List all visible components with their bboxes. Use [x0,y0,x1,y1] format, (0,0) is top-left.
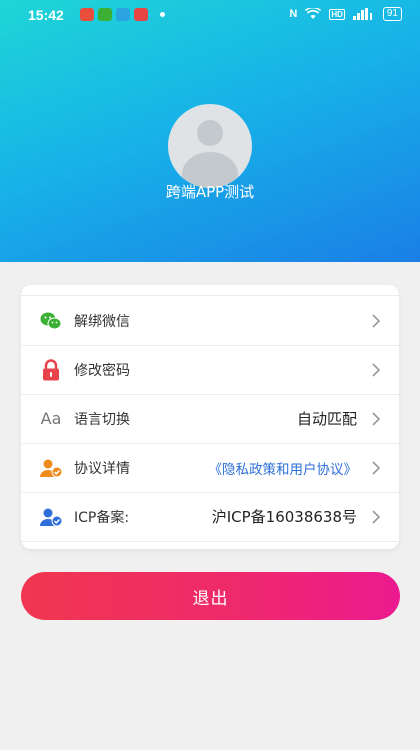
menu-item-label: 协议详情 [74,460,130,477]
signal-icon [352,8,372,20]
settings-card: 解绑微信 修改密码 Aa 语言切换 自动匹配 协议详情 《隐私政策和用户协议》 … [21,285,399,549]
logout-button[interactable]: 退出 [21,572,400,620]
hd-icon: HD [329,8,345,20]
status-time: 15:42 [28,7,64,23]
chevron-right-icon [372,314,381,328]
language-value: 自动匹配 [296,410,357,428]
wechat-notification-icon [98,8,112,21]
chevron-right-icon [372,461,381,475]
language-icon: Aa [40,409,62,428]
divider [21,541,399,542]
system-icons: N HD 91 [289,7,402,21]
menu-item-icp[interactable]: ICP备案: 沪ICP备16038638号 [21,492,399,541]
weibo-app-icon [134,8,148,21]
notification-icons [80,8,165,21]
video-app-icon [116,8,130,21]
menu-item-label: ICP备案: [74,509,130,526]
lock-icon [39,358,63,382]
avatar[interactable] [168,104,252,188]
user-verified-icon [39,505,63,529]
chevron-right-icon [372,412,381,426]
wechat-icon [39,309,63,333]
menu-item-language[interactable]: Aa 语言切换 自动匹配 [21,394,399,443]
wifi-icon [305,8,322,19]
chevron-right-icon [372,363,381,377]
username: 跨端APP测试 [165,183,255,201]
icp-value: 沪ICP备16038638号 [211,508,357,526]
avatar-head-shape [197,120,223,146]
agreement-link[interactable]: 《隐私政策和用户协议》 [209,458,358,478]
menu-item-label: 语言切换 [74,411,130,428]
chevron-right-icon [372,510,381,524]
menu-item-agreement[interactable]: 协议详情 《隐私政策和用户协议》 [21,443,399,492]
user-agreement-icon [39,456,63,480]
news-app-icon [80,8,94,21]
more-notifications-icon [160,12,165,17]
menu-item-unbind-wechat[interactable]: 解绑微信 [21,296,399,345]
status-bar: 15:42 N HD 91 [0,0,420,30]
menu-item-label: 解绑微信 [74,313,130,330]
profile-header: 15:42 N HD 91 跨端APP测试 [0,0,420,262]
battery-icon: 91 [382,7,402,21]
nfc-icon: N [289,8,298,20]
menu-item-change-password[interactable]: 修改密码 [21,345,399,394]
menu-item-label: 修改密码 [74,362,130,379]
